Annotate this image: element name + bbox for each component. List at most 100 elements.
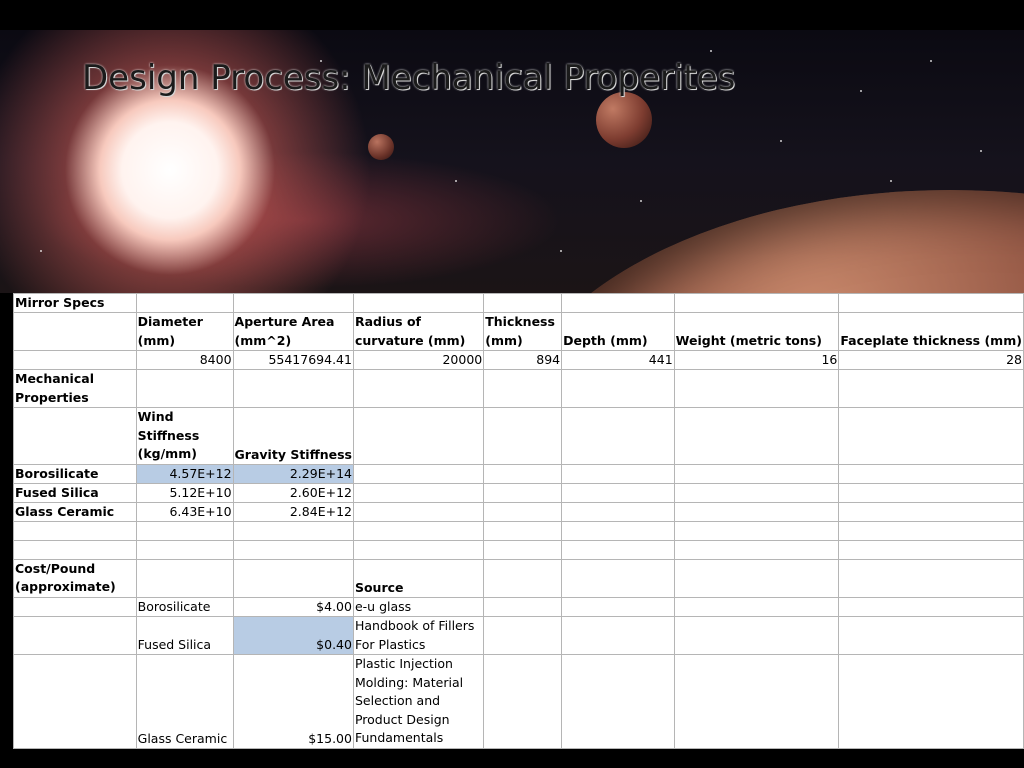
cell: [838, 539, 1024, 560]
cell: [561, 539, 675, 560]
material-label: Borosilicate: [13, 463, 137, 484]
cell: [13, 616, 137, 655]
column-header: Faceplate thickness (mm): [838, 312, 1024, 351]
cell: [483, 596, 563, 617]
cell: [838, 369, 1024, 408]
cell: [561, 596, 675, 617]
column-header: Weight (metric tons): [673, 312, 840, 351]
cell: [838, 501, 1024, 522]
value-cell: 894: [483, 350, 563, 370]
cell: [352, 539, 485, 560]
star: [780, 140, 782, 142]
cell: [483, 482, 563, 503]
column-header: Source: [352, 558, 485, 598]
value-cell: 55417694.41: [232, 350, 354, 370]
cell: [483, 293, 563, 313]
cell: [13, 350, 137, 370]
material-label: Glass Ceramic: [135, 654, 234, 749]
cell: [673, 369, 840, 408]
cell: [13, 596, 137, 617]
table-row: [13, 539, 1024, 560]
cell: [673, 616, 840, 655]
table-row: Mechanical Properties: [13, 369, 1024, 408]
cell: [561, 407, 675, 465]
cell: [673, 539, 840, 560]
column-header: Depth (mm): [561, 312, 675, 351]
cell: [561, 616, 675, 655]
cell: [483, 616, 563, 655]
table-row: [13, 520, 1024, 541]
cell: [13, 407, 137, 465]
cell: [483, 501, 563, 522]
cell: [838, 596, 1024, 617]
column-header: Wind Stiffness (kg/mm): [135, 407, 234, 465]
cell: [561, 654, 675, 749]
cell: [483, 539, 563, 560]
cell: [352, 520, 485, 541]
star: [40, 250, 42, 252]
cell: [13, 539, 137, 560]
cell: [838, 616, 1024, 655]
cell: [483, 407, 563, 465]
source-cell: e-u glass: [352, 596, 485, 617]
cell: [352, 369, 485, 408]
cell: [561, 482, 675, 503]
cell: [673, 596, 840, 617]
price-cell: $0.40: [232, 616, 354, 655]
moon-image: [596, 92, 652, 148]
table-row: Borosilicate 4.57E+12 2.29E+14: [13, 463, 1024, 484]
cell: [561, 463, 675, 484]
cell: [352, 482, 485, 503]
cell: [352, 407, 485, 465]
cell: [838, 463, 1024, 484]
star: [890, 180, 892, 182]
cell: [135, 369, 234, 408]
value-cell: 28: [838, 350, 1024, 370]
material-label: Borosilicate: [135, 596, 234, 617]
table-row: Diameter (mm) Aperture Area (mm^2) Radiu…: [13, 312, 1024, 351]
gravity-stiffness-cell: 2.29E+14: [232, 463, 354, 484]
cell: [232, 539, 354, 560]
cell: [483, 463, 563, 484]
cell: [352, 501, 485, 522]
table-row: Cost/Pound (approximate) Source: [13, 558, 1024, 598]
star: [710, 50, 712, 52]
material-label: Fused Silica: [135, 616, 234, 655]
price-cell: $15.00: [232, 654, 354, 749]
cell: [561, 293, 675, 313]
slide-title: Design Process: Mechanical Properites: [82, 58, 736, 98]
cell: [135, 293, 234, 313]
gravity-stiffness-cell: 2.60E+12: [232, 482, 354, 503]
cell: [673, 558, 840, 598]
planet-image: [500, 190, 1024, 293]
small-moon-image: [368, 134, 394, 160]
cell: [838, 407, 1024, 465]
cell: [838, 293, 1024, 313]
table-row: Fused Silica 5.12E+10 2.60E+12: [13, 482, 1024, 503]
star: [860, 90, 862, 92]
value-cell: 441: [561, 350, 675, 370]
column-header: Aperture Area (mm^2): [232, 312, 354, 351]
cell: [838, 654, 1024, 749]
price-cell: $4.00: [232, 596, 354, 617]
cell: [673, 293, 840, 313]
cell: [673, 463, 840, 484]
cell: [673, 407, 840, 465]
cell: [232, 293, 354, 313]
column-header: Thickness (mm): [483, 312, 563, 351]
material-label: Glass Ceramic: [13, 501, 137, 522]
cell: [483, 654, 563, 749]
cell: [13, 654, 137, 749]
column-header: Radius of curvature (mm): [352, 312, 485, 351]
source-cell: Plastic Injection Molding: Material Sele…: [352, 654, 485, 749]
material-label: Fused Silica: [13, 482, 137, 503]
table-row: 8400 55417694.41 20000 894 441 16 28: [13, 350, 1024, 370]
cell: [135, 520, 234, 541]
cell: [483, 369, 563, 408]
cell: [483, 520, 563, 541]
cell: [838, 520, 1024, 541]
section-label: Cost/Pound (approximate): [13, 558, 137, 598]
cell: [232, 558, 354, 598]
cell: [673, 482, 840, 503]
cell: [13, 520, 137, 541]
